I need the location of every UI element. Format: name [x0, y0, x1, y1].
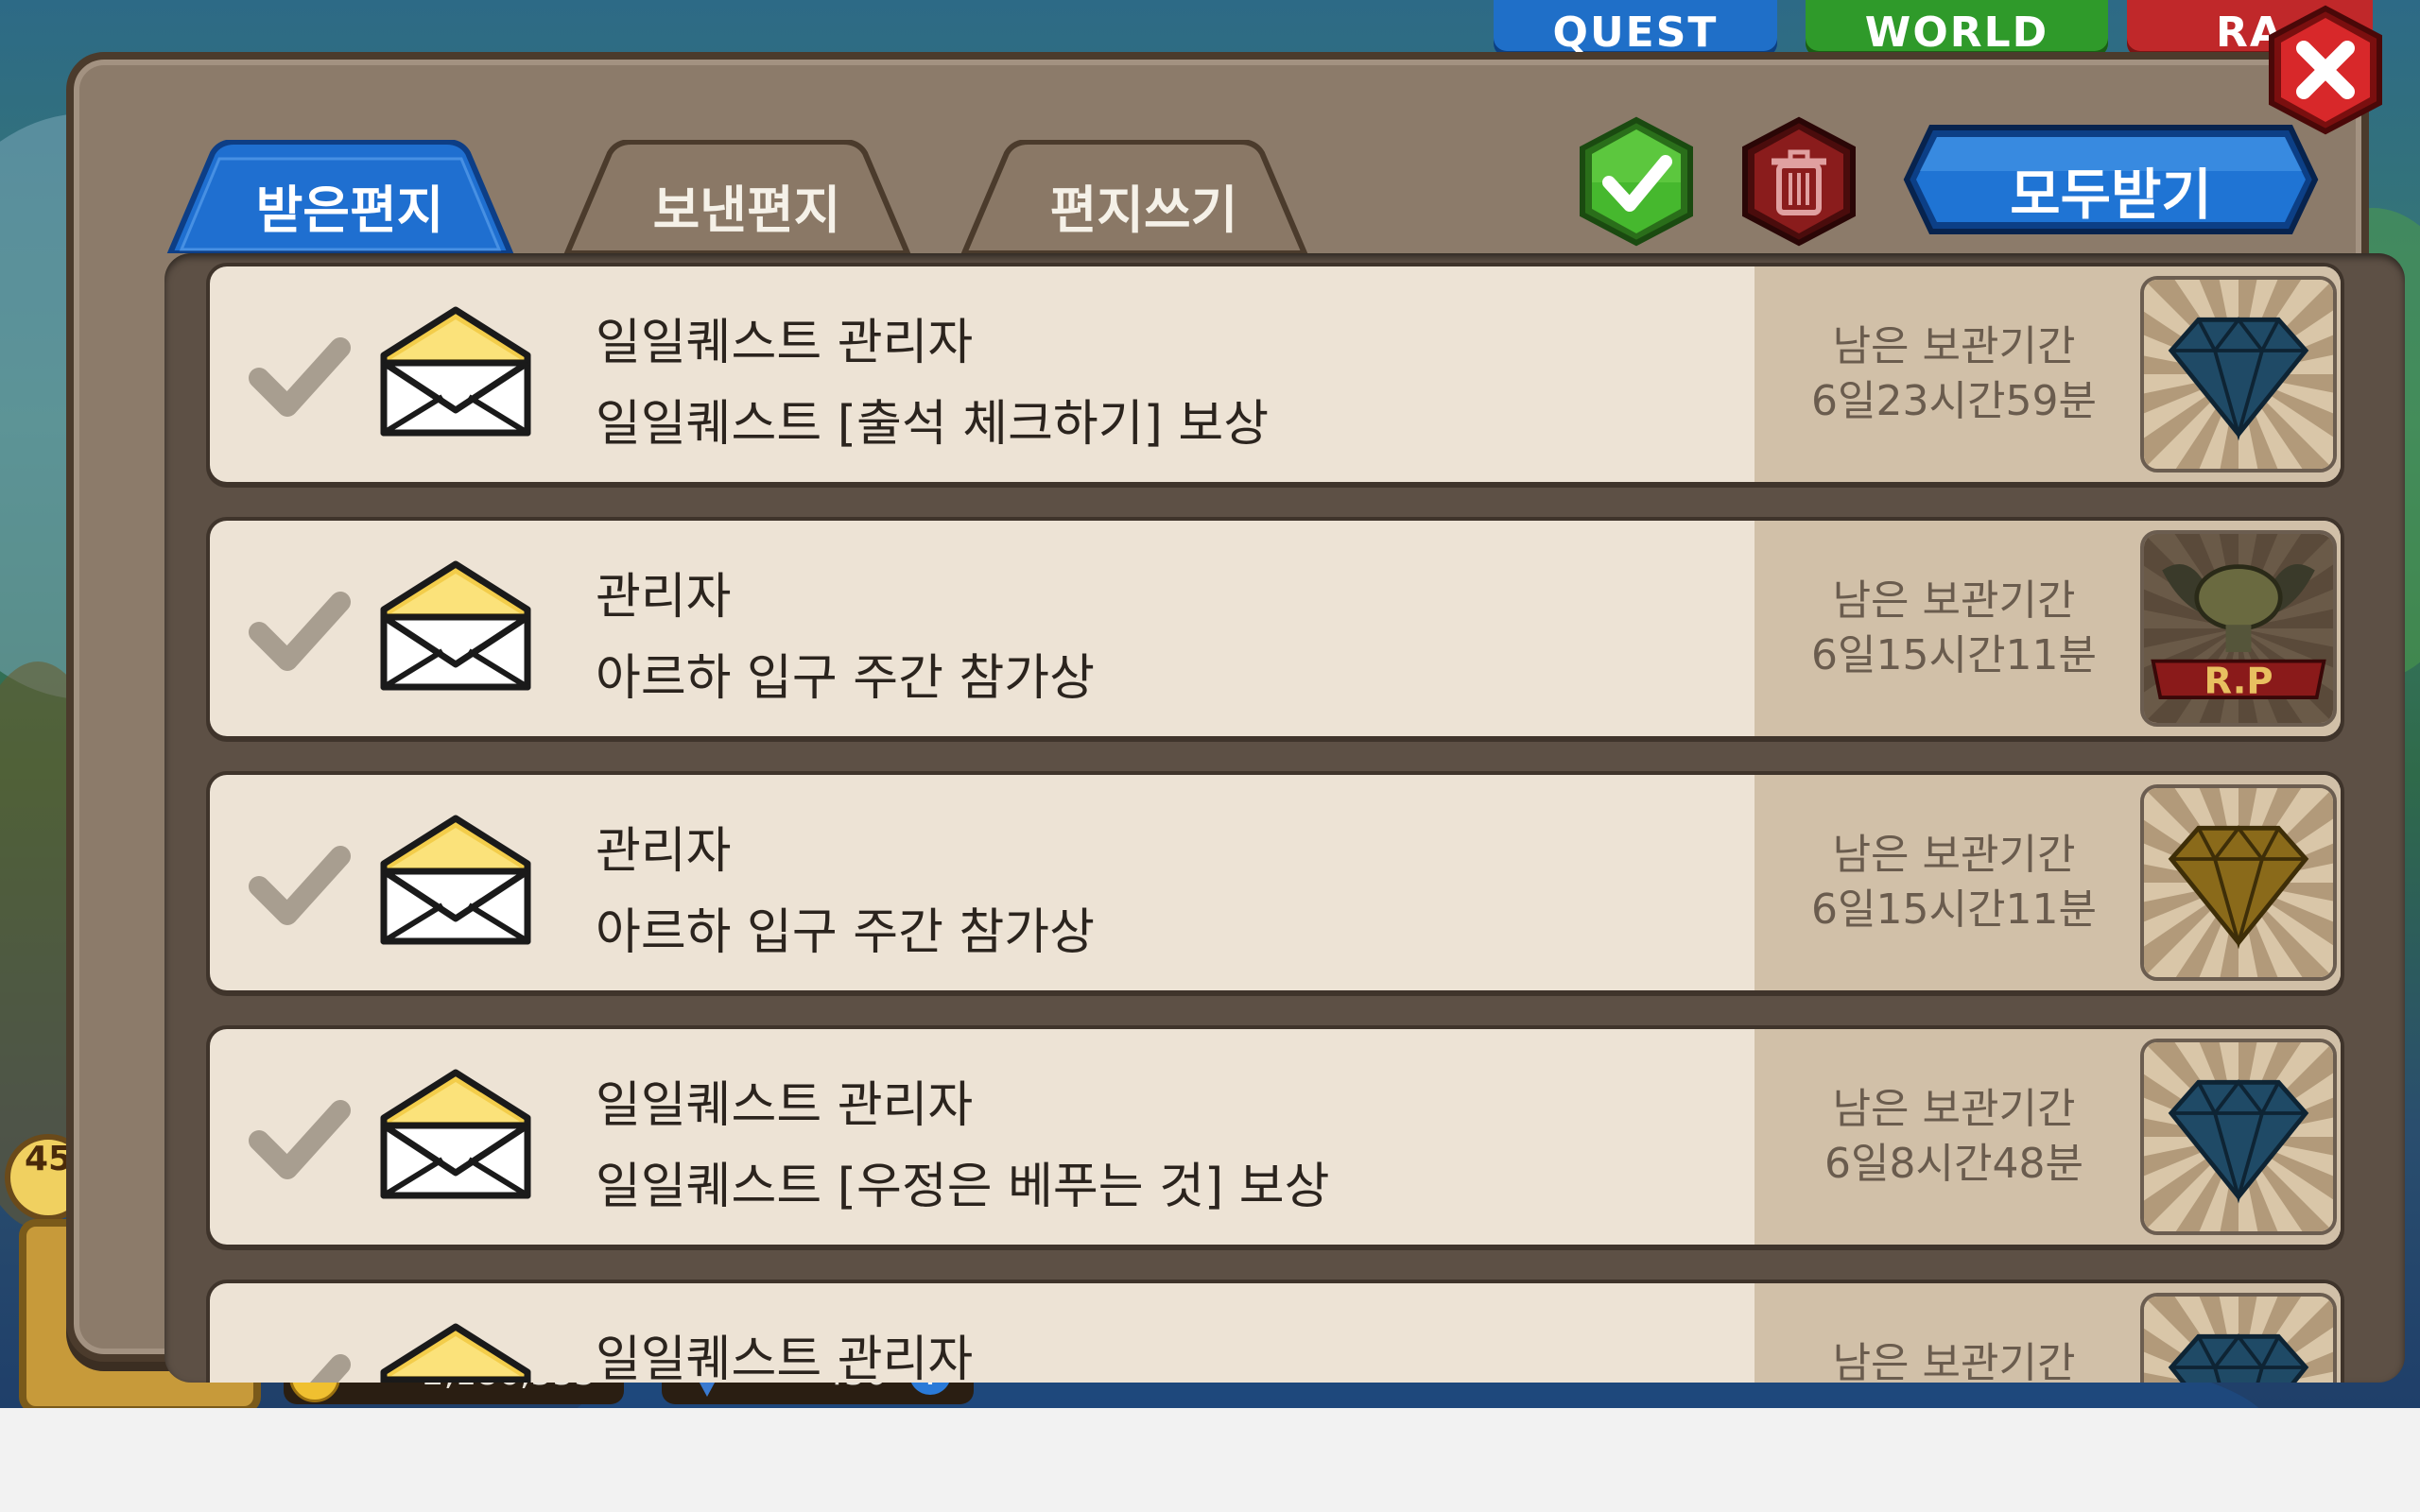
mailbox-panel: 받은편지 보낸편지 편지쓰기 모두받기 일일퀘스트 관리자 일일퀘스트 [출석 … [66, 52, 2405, 1383]
mail-retention: 남은 보관기간 6일23시간59분 [1798, 319, 2110, 429]
mail-retention: 남은 보관기간 6일8시간48분 [1798, 1082, 2110, 1192]
level-value: 45 [24, 1140, 73, 1178]
mail-retention: 남은 보관기간 6일15시간11분 [1798, 574, 2110, 683]
blue-diamond-icon [2144, 1296, 2333, 1383]
mail-check-icon[interactable] [248, 1351, 352, 1383]
gold-diamond-icon [2144, 787, 2333, 977]
tab-sent[interactable]: 보낸편지 [558, 140, 936, 253]
close-button[interactable] [2264, 5, 2387, 141]
quest-tab[interactable]: QUEST [1494, 0, 1777, 57]
mail-retention: 남은 보관기간 6일15시간11분 [1798, 828, 2110, 937]
retention-label: 남은 보관기간 [1832, 322, 2076, 370]
mail-check-icon[interactable] [248, 843, 352, 928]
reward-rp-text: R.P [2204, 660, 2273, 702]
retention-label: 남은 보관기간 [1832, 576, 2076, 625]
envelope-icon [380, 306, 531, 437]
reward-slot[interactable] [2140, 1038, 2337, 1235]
mail-check-icon[interactable] [248, 1097, 352, 1182]
retention-label: 남은 보관기간 [1832, 1338, 2076, 1383]
mail-item[interactable]: 일일퀘스트 관리자 남은 보관기간 [206, 1279, 2344, 1383]
receive-all-label: 모두받기 [2010, 163, 2212, 227]
world-tab-label: WORLD [1864, 9, 2049, 57]
mail-item[interactable]: 일일퀘스트 관리자 일일퀘스트 [우정은 베푸는 것] 보상 남은 보관기간 6… [206, 1024, 2344, 1250]
tab-compose-label: 편지쓰기 [1049, 180, 1238, 240]
reward-slot[interactable] [2140, 1292, 2337, 1383]
reward-slot[interactable] [2140, 276, 2337, 472]
retention-label: 남은 보관기간 [1832, 830, 2076, 879]
mail-item-body: 관리자 아르하 입구 주간 참가상 남은 보관기간 6일15시간11분 R.P [210, 520, 2341, 736]
tab-inbox[interactable]: 받은편지 [161, 140, 539, 253]
mail-subject: 아르하 입구 주간 참가상 [596, 649, 1095, 707]
mail-item[interactable]: 일일퀘스트 관리자 일일퀘스트 [출석 체크하기] 보상 남은 보관기간 6일2… [206, 263, 2344, 488]
mail-subject: 일일퀘스트 [우정은 베푸는 것] 보상 [596, 1158, 1330, 1215]
blue-diamond-icon [2144, 1041, 2333, 1231]
envelope-icon [380, 1323, 531, 1383]
delete-button[interactable] [1737, 116, 1860, 252]
mail-sender: 일일퀘스트 관리자 [596, 315, 974, 371]
retention-time: 6일15시간11분 [1811, 630, 2097, 679]
mail-sender: 관리자 [596, 568, 732, 626]
world-tab[interactable]: WORLD [1806, 0, 2108, 57]
mail-subject: 일일퀘스트 [출석 체크하기] 보상 [596, 396, 1270, 453]
close-icon [2269, 5, 2382, 135]
envelope-icon [380, 815, 531, 945]
envelope-icon [380, 560, 531, 691]
mail-check-icon[interactable] [248, 589, 352, 674]
mail-item-body: 일일퀘스트 관리자 일일퀘스트 [출석 체크하기] 보상 남은 보관기간 6일2… [210, 266, 2341, 482]
green-check-icon [1580, 116, 1693, 247]
mail-sender: 관리자 [596, 822, 732, 880]
reward-slot[interactable] [2140, 783, 2337, 981]
quest-tab-label: QUEST [1552, 9, 1719, 57]
mail-item[interactable]: 관리자 아르하 입구 주간 참가상 남은 보관기간 6일15시간11분 R.P [206, 516, 2344, 742]
mail-item-body: 관리자 아르하 입구 주간 참가상 남은 보관기간 6일15시간11분 [210, 774, 2341, 990]
receive-all-button[interactable]: 모두받기 [1903, 124, 2319, 235]
tab-inbox-label: 받은편지 [255, 180, 444, 240]
trash-icon [1742, 116, 1856, 247]
tab-compose[interactable]: 편지쓰기 [955, 140, 1333, 253]
reward-slot[interactable]: R.P [2140, 529, 2337, 727]
retention-time: 6일23시간59분 [1811, 377, 2097, 425]
rp-trophy-icon: R.P [2144, 533, 2333, 723]
mail-item-body: 일일퀘스트 관리자 일일퀘스트 [우정은 베푸는 것] 보상 남은 보관기간 6… [210, 1028, 2341, 1245]
mail-retention: 남은 보관기간 [1798, 1336, 2110, 1383]
mail-sender: 일일퀘스트 관리자 [596, 1331, 974, 1383]
mail-subject: 아르하 입구 주간 참가상 [596, 903, 1095, 961]
mail-list[interactable]: 일일퀘스트 관리자 일일퀘스트 [출석 체크하기] 보상 남은 보관기간 6일2… [164, 253, 2405, 1383]
mail-item[interactable]: 관리자 아르하 입구 주간 참가상 남은 보관기간 6일15시간11분 [206, 770, 2344, 996]
mail-sender: 일일퀘스트 관리자 [596, 1076, 974, 1134]
mail-check-icon[interactable] [248, 335, 352, 420]
select-all-button[interactable] [1575, 116, 1698, 252]
retention-label: 남은 보관기간 [1832, 1084, 2076, 1133]
tab-sent-label: 보낸편지 [652, 180, 841, 240]
retention-time: 6일8시간48분 [1824, 1139, 2083, 1188]
blue-diamond-icon [2144, 280, 2333, 469]
retention-time: 6일15시간11분 [1811, 885, 2097, 934]
mail-item-body: 일일퀘스트 관리자 남은 보관기간 [210, 1282, 2341, 1383]
envelope-icon [380, 1069, 531, 1199]
